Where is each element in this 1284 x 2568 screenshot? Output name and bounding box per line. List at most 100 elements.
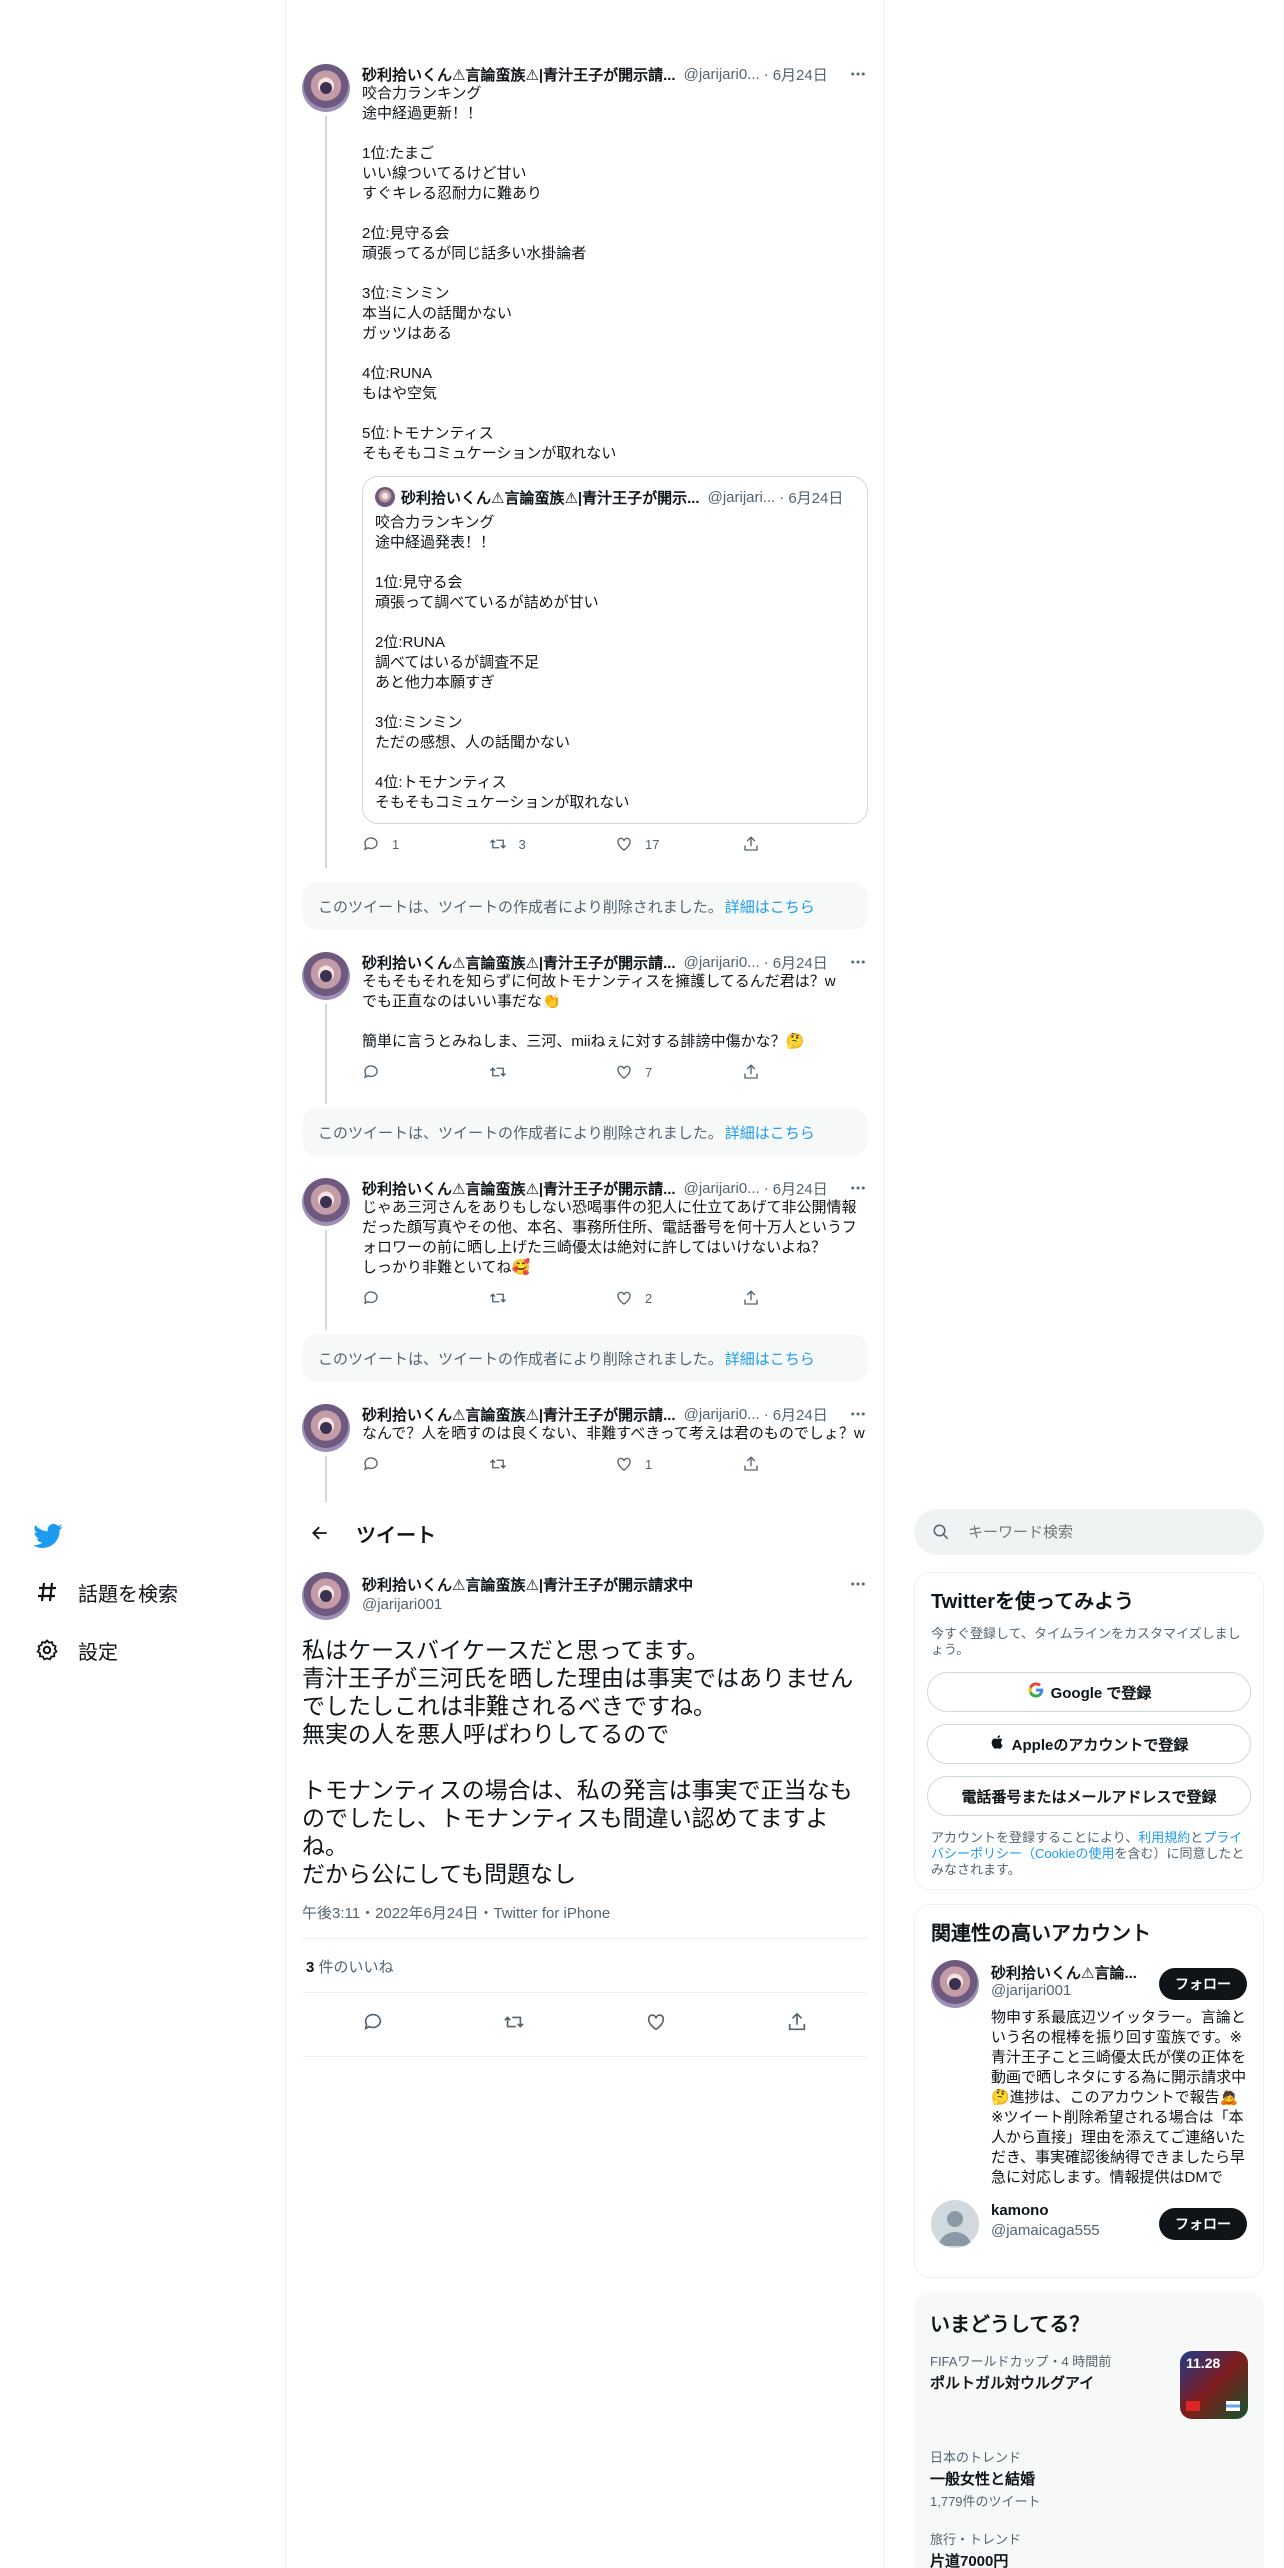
tweet-date[interactable]: 6月24日 [773,1404,828,1424]
reply-icon[interactable] [362,2011,384,2038]
thread-tweet[interactable]: 砂利拾いくん⚠言論蛮族⚠|青汁王子が開示請... @jarijari0... ·… [302,1404,869,1502]
divider [302,2056,868,2057]
nav-settings[interactable]: 設定 [32,1630,118,1670]
retweet-button[interactable] [489,1063,616,1081]
signup-panel: Twitterを使ってみよう 今すぐ登録して、タイムラインをカスタマイズしましょ… [914,1572,1264,1890]
heart-icon [617,837,631,851]
learn-more-link[interactable]: 詳細はこちら [725,896,815,917]
search-input[interactable] [968,1523,1228,1541]
share-button[interactable] [742,835,869,853]
share-button[interactable] [742,1289,869,1307]
tweet-actions: 7 [362,1062,868,1082]
reply-button[interactable] [362,1063,489,1081]
retweet-button[interactable] [489,1289,616,1307]
terms-link[interactable]: 利用規約 [1138,1830,1190,1845]
trend-item[interactable]: 日本のトレンド 一般女性と結婚 1,779件のツイート [930,2447,1248,2523]
phone-email-signup-button[interactable]: 電話番号またはメールアドレスで登録 [927,1776,1251,1816]
reply-icon [363,1291,378,1305]
account-name[interactable]: kamono [991,2202,1049,2219]
trend-item[interactable]: FIFAワールドカップ・4 時間前 ポルトガル対ウルグアイ 11.28 [930,2351,1248,2447]
retweet-icon [489,839,506,849]
quoted-avatar [375,487,395,507]
avatar[interactable] [302,1404,350,1452]
separator-dot: · [779,488,785,506]
avatar[interactable] [302,1178,350,1226]
separator-dot: · [763,953,769,971]
like-button[interactable]: 17 [615,835,742,853]
follow-button[interactable]: フォロー [1159,2208,1247,2240]
like-button[interactable]: 2 [615,1289,742,1307]
trends-panel: いまどうしてる？ FIFAワールドカップ・4 時間前 ポルトガル対ウルグアイ 1… [914,2292,1264,2568]
share-button[interactable] [742,1455,869,1473]
like-button[interactable]: 1 [615,1455,742,1473]
author-name[interactable]: 砂利拾いくん⚠言論蛮族⚠|青汁王子が開示請... [362,64,676,84]
thread-tweet[interactable]: 砂利拾いくん⚠言論蛮族⚠|青汁王子が開示請... @jarijari0... ·… [302,952,868,1104]
learn-more-link[interactable]: 詳細はこちら [725,1348,815,1369]
separator-dot: · [763,65,769,83]
search-box[interactable] [914,1509,1264,1555]
tweet-date[interactable]: 6月24日 [773,64,828,84]
retweet-button[interactable] [489,1455,616,1473]
reply-icon [363,1065,378,1079]
retweet-icon [489,1067,506,1077]
back-arrow-icon[interactable] [302,1515,338,1551]
more-icon[interactable] [848,1178,868,1198]
account-name[interactable]: 砂利拾いくん⚠言論... [991,1962,1137,1983]
more-icon[interactable] [848,952,868,972]
follow-button[interactable]: フォロー [1159,1968,1247,2000]
learn-more-link[interactable]: 詳細はこちら [725,1122,815,1143]
avatar[interactable] [931,1960,979,2008]
portugal-flag-icon [1186,2401,1200,2411]
author-name[interactable]: 砂利拾いくん⚠言論蛮族⚠|青汁王子が開示請求中 [362,1574,693,1595]
thread-connector [325,1456,327,1502]
tweet-text: 咬合力ランキング 途中経過更新！！ 1位:たまご いい線ついてるけど甘い すぐキ… [362,85,617,462]
twitter-logo-icon[interactable] [32,1520,64,1552]
author-name[interactable]: 砂利拾いくん⚠言論蛮族⚠|青汁王子が開示請... [362,952,676,972]
retweet-icon [489,1459,506,1469]
quoted-tweet[interactable]: 砂利拾いくん⚠言論蛮族⚠|青汁王子が開示... @jarijari... · 6… [362,476,868,824]
account-card[interactable]: 砂利拾いくん⚠言論... @jarijari001 フォロー 物申す系最底辺ツイ… [931,1960,1247,2200]
reply-button[interactable] [362,1289,489,1307]
tweet-date[interactable]: 6月24日 [773,1178,828,1198]
author-handle: @jarijari0... [683,65,760,83]
tweet-actions [302,2004,868,2044]
default-avatar-icon[interactable] [931,2200,979,2248]
search-icon [933,1524,949,1540]
account-card[interactable]: kamono @jamaicaga555 フォロー [931,2200,1247,2260]
google-signup-button[interactable]: Google で登録 [927,1672,1251,1712]
tweet-date[interactable]: 6月24日 [773,952,828,972]
tweet-detail-header: ツイート [286,1500,884,1566]
tweet-text: 私はケースバイケースだと思ってます。 青汁王子が三河氏を晒した理由は事実ではあり… [302,1637,854,1887]
author-handle[interactable]: @jarijari001 [362,1596,442,1613]
author-name[interactable]: 砂利拾いくん⚠言論蛮族⚠|青汁王子が開示請... [362,1404,676,1424]
like-button[interactable]: 7 [615,1063,742,1081]
share-icon [743,836,758,851]
author-name[interactable]: 砂利拾いくん⚠言論蛮族⚠|青汁王子が開示請... [362,1178,676,1198]
retweet-icon[interactable] [503,2011,525,2038]
retweet-button[interactable]: 3 [489,835,616,853]
tweet-timestamp[interactable]: 午後3:11・2022年6月24日・Twitter for iPhone [302,1902,610,1923]
nav-settings-label: 設定 [78,1641,118,1664]
reply-icon [363,837,378,851]
thread-tweet[interactable]: 砂利拾いくん⚠言論蛮族⚠|青汁王子が開示請... @jarijari0... ·… [302,64,869,868]
like-count[interactable]: 3 件のいいね [306,1956,394,1977]
heart-icon[interactable] [645,2011,667,2038]
more-icon[interactable] [848,1574,868,1594]
more-icon[interactable] [848,1404,868,1424]
share-button[interactable] [742,1063,869,1081]
divider [302,1992,868,1993]
avatar[interactable] [302,952,350,1000]
page-title: ツイート [356,1524,436,1547]
thread-tweet[interactable]: 砂利拾いくん⚠言論蛮族⚠|青汁王子が開示請... @jarijari0... ·… [302,1178,869,1330]
more-icon[interactable] [848,64,868,84]
apple-signup-button[interactable]: Appleのアカウントで登録 [927,1724,1251,1764]
nav-explore[interactable]: 話題を検索 [32,1572,178,1612]
avatar[interactable] [302,1572,350,1620]
reply-button[interactable] [362,1455,489,1473]
share-icon[interactable] [786,2011,808,2038]
trend-item[interactable]: 旅行・トレンド 片道7000円 [930,2529,1248,2568]
author-handle: @jarijari0... [683,953,760,971]
avatar[interactable] [302,64,350,112]
heart-icon [617,1457,631,1471]
reply-button[interactable]: 1 [362,835,489,853]
